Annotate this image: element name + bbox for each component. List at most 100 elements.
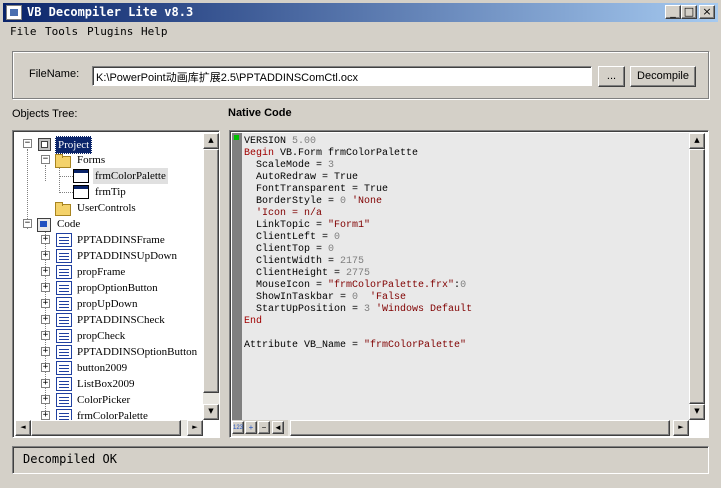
expand-icon[interactable]: +	[41, 283, 50, 292]
tree-node-module[interactable]: + ColorPicker	[41, 392, 203, 408]
form-icon	[73, 185, 89, 199]
code-line: ScaleMode = 3	[244, 160, 335, 171]
tree-horizontal-scrollbar[interactable]: ◄ ►	[15, 420, 203, 436]
decompile-button[interactable]: Decompile	[630, 66, 696, 87]
code-line: ClientWidth = 2175	[244, 256, 365, 267]
expand-icon[interactable]: +	[41, 379, 50, 388]
tree-node-module[interactable]: + PPTADDINSUpDown	[41, 248, 203, 264]
tree-node-module[interactable]: + PPTADDINSFrame	[41, 232, 203, 248]
tree-label-module: PPTADDINSFrame	[77, 234, 165, 246]
code-line: StartUpPosition = 3 'Windows Default	[244, 304, 473, 315]
module-icon	[56, 377, 72, 391]
scroll-thumb[interactable]	[31, 420, 181, 436]
maximize-button[interactable]: □	[681, 5, 697, 19]
expand-icon[interactable]: +	[41, 235, 50, 244]
tree-node-module[interactable]: + propOptionButton	[41, 280, 203, 296]
scroll-down-icon[interactable]: ▼	[689, 404, 705, 420]
scroll-right-icon[interactable]: ►	[673, 420, 689, 436]
tree-node-form[interactable]: frmTip	[73, 184, 203, 200]
scroll-up-icon[interactable]: ▲	[689, 133, 705, 149]
module-icon	[56, 281, 72, 295]
filename-input[interactable]: K:\PowerPoint动画库扩展2.5\PPTADDINSComCtl.oc…	[92, 66, 592, 86]
expand-icon[interactable]: +	[41, 363, 50, 372]
expand-icon[interactable]: +	[41, 347, 50, 356]
menu-help[interactable]: Help	[141, 25, 168, 38]
tree-node-form[interactable]: frmColorPalette	[73, 168, 203, 184]
tree-node-module[interactable]: + propUpDown	[41, 296, 203, 312]
collapse-all-button[interactable]: −	[258, 421, 270, 434]
expand-icon[interactable]: +	[41, 251, 50, 260]
menu-file[interactable]: File	[10, 25, 37, 38]
native-code-label: Native Code	[228, 107, 292, 119]
tree-node-usercontrols[interactable]: UserControls	[41, 200, 201, 216]
objects-tree-label: Objects Tree:	[12, 108, 78, 120]
tree-node-code[interactable]: − Code	[23, 216, 203, 232]
close-button[interactable]: ×	[699, 5, 715, 19]
line-marker-icon	[234, 135, 239, 140]
scroll-thumb[interactable]	[290, 420, 670, 436]
tree-node-module[interactable]: + propCheck	[41, 328, 203, 344]
code-horizontal-scrollbar[interactable]: ►	[288, 420, 689, 436]
tree-label-form: frmTip	[95, 186, 126, 198]
tree-node-module[interactable]: + button2009	[41, 360, 203, 376]
code-line: ShowInTaskbar = 0 'False	[244, 292, 407, 303]
tree-label-module: button2009	[77, 362, 128, 374]
code-icon	[36, 217, 52, 232]
browse-button[interactable]: ...	[598, 66, 625, 87]
tree-label-module: propUpDown	[77, 298, 138, 310]
scroll-left-icon[interactable]: ◄	[15, 420, 31, 436]
code-line: ClientLeft = 0	[244, 232, 341, 243]
collapse-icon[interactable]: −	[23, 139, 32, 148]
tree-node-module[interactable]: + propFrame	[41, 264, 203, 280]
title-bar[interactable]: VB Decompiler Lite v8.3 _ □ ×	[3, 3, 718, 22]
menu-tools[interactable]: Tools	[45, 25, 78, 38]
project-icon	[36, 137, 52, 151]
expand-all-button[interactable]: +	[245, 421, 257, 434]
status-bar: Decompiled OK	[12, 446, 709, 474]
expand-icon[interactable]: +	[41, 331, 50, 340]
collapse-icon[interactable]: −	[23, 219, 32, 228]
tree-label-module: ColorPicker	[77, 394, 131, 406]
tree-label-module: propCheck	[77, 330, 126, 342]
menu-plugins[interactable]: Plugins	[87, 25, 133, 38]
tree-label-form: frmColorPalette	[93, 168, 168, 184]
code-line: MouseIcon = "frmColorPalette.frx":0	[244, 280, 467, 291]
scroll-right-icon[interactable]: ►	[187, 420, 203, 436]
tree-node-module[interactable]: + ListBox2009	[41, 376, 203, 392]
module-icon	[56, 297, 72, 311]
scroll-down-icon[interactable]: ▼	[203, 404, 219, 420]
line-numbers-button[interactable]: 123	[232, 421, 244, 434]
code-line: LinkTopic = "Form1"	[244, 220, 371, 231]
module-icon	[56, 361, 72, 375]
module-icon	[56, 345, 72, 359]
tree-label-module: PPTADDINSOptionButton	[77, 346, 198, 358]
scroll-thumb[interactable]	[689, 149, 705, 404]
scroll-thumb[interactable]	[203, 149, 219, 393]
module-icon	[56, 393, 72, 407]
tree-node-module[interactable]: + frmColorPalette	[41, 408, 203, 420]
expand-icon[interactable]: +	[41, 395, 50, 404]
scroll-up-icon[interactable]: ▲	[203, 133, 219, 149]
expand-icon[interactable]: +	[41, 267, 50, 276]
collapse-icon[interactable]: −	[41, 155, 50, 164]
module-icon	[56, 265, 72, 279]
tree-label-forms: Forms	[77, 154, 106, 166]
minimize-button[interactable]: _	[665, 5, 681, 19]
tree-node-project[interactable]: − Project	[23, 136, 203, 154]
form-icon	[73, 169, 89, 183]
expand-icon[interactable]: +	[41, 411, 50, 420]
code-line: 'Icon = n/a	[244, 208, 323, 219]
tree-node-module[interactable]: + PPTADDINSCheck	[41, 312, 203, 328]
tree-node-forms[interactable]: − Forms	[41, 152, 201, 168]
tree-node-module[interactable]: + PPTADDINSOptionButton	[41, 344, 203, 360]
expand-icon[interactable]: +	[41, 315, 50, 324]
code-line: ClientTop = 0	[244, 244, 335, 255]
code-line: End	[244, 316, 263, 327]
tree-vertical-scrollbar[interactable]: ▲ ▼	[203, 133, 219, 420]
scroll-left-icon[interactable]: ◄	[272, 421, 284, 434]
expand-icon[interactable]: +	[41, 299, 50, 308]
code-line: Attribute VB_Name = "frmColorPalette"	[244, 340, 467, 351]
code-vertical-scrollbar[interactable]: ▲ ▼	[689, 133, 705, 420]
tree-label-module: ListBox2009	[77, 378, 135, 390]
code-editor[interactable]: VERSION 5.00 Begin VB.Form frmColorPalett…	[242, 133, 689, 420]
